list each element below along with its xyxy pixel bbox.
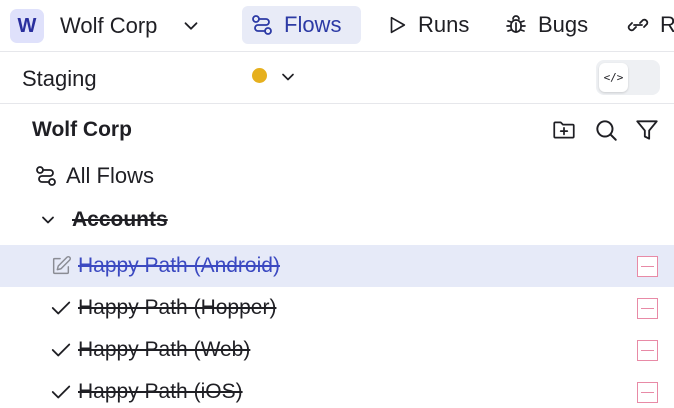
remove-flow-button[interactable] (637, 298, 658, 319)
minus-icon (641, 349, 654, 352)
bug-icon (506, 15, 526, 33)
tab-runs[interactable]: Runs (378, 6, 477, 44)
minus-icon (641, 391, 654, 394)
flow-item[interactable]: Happy Path (iOS) (0, 371, 674, 408)
code-view-toggle[interactable]: </> (596, 60, 660, 95)
all-flows-label: All Flows (66, 163, 155, 188)
flow-name: Happy Path (Hopper) (78, 296, 277, 319)
flow-item[interactable]: Happy Path (Web) (0, 329, 674, 371)
tab-more[interactable]: R (618, 6, 674, 44)
chevron-down-icon[interactable] (278, 67, 298, 87)
link-icon (627, 18, 649, 32)
environment-status-dot (252, 68, 267, 83)
minus-icon (641, 307, 654, 310)
flows-icon (252, 15, 272, 35)
remove-flow-button[interactable] (637, 340, 658, 361)
code-icon: </> (599, 63, 628, 92)
remove-flow-button[interactable] (637, 256, 658, 277)
tab-bugs[interactable]: Bugs (496, 6, 596, 44)
filter-icon[interactable] (634, 117, 660, 143)
environment-bar: Staging (0, 52, 674, 104)
flow-name: Happy Path (Android) (78, 254, 280, 277)
check-icon (51, 385, 71, 399)
organization-title: Wolf Corp (32, 118, 132, 141)
folder-accounts[interactable]: Accounts (38, 206, 168, 234)
tab-runs-label: Runs (418, 12, 470, 37)
flows-icon (36, 166, 56, 186)
workspace-avatar[interactable]: W (10, 9, 44, 43)
minus-icon (641, 265, 654, 268)
play-icon (390, 16, 406, 34)
chevron-down-icon[interactable] (180, 15, 202, 37)
top-navigation-bar: W Wolf Corp Flows Runs Bugs R (0, 0, 674, 52)
tab-flows-label: Flows (284, 12, 342, 37)
flow-name: Happy Path (iOS) (78, 380, 243, 403)
flow-name: Happy Path (Web) (78, 338, 251, 361)
check-icon (51, 301, 71, 315)
all-flows-item[interactable]: All Flows (34, 162, 154, 190)
flow-item[interactable]: Happy Path (Hopper) (0, 287, 674, 329)
folder-label: Accounts (72, 208, 168, 231)
environment-name[interactable]: Staging (22, 66, 97, 92)
search-icon[interactable] (593, 117, 619, 143)
new-folder-icon[interactable] (551, 117, 577, 143)
tab-more-label: R (660, 12, 674, 37)
tab-flows[interactable]: Flows (242, 6, 361, 44)
chevron-down-icon[interactable] (38, 210, 58, 230)
workspace-name[interactable]: Wolf Corp (60, 13, 157, 39)
edit-icon (52, 256, 71, 275)
check-icon (51, 343, 71, 357)
remove-flow-button[interactable] (637, 382, 658, 403)
tab-bugs-label: Bugs (538, 12, 589, 37)
flow-item[interactable]: Happy Path (Android) (0, 245, 674, 287)
